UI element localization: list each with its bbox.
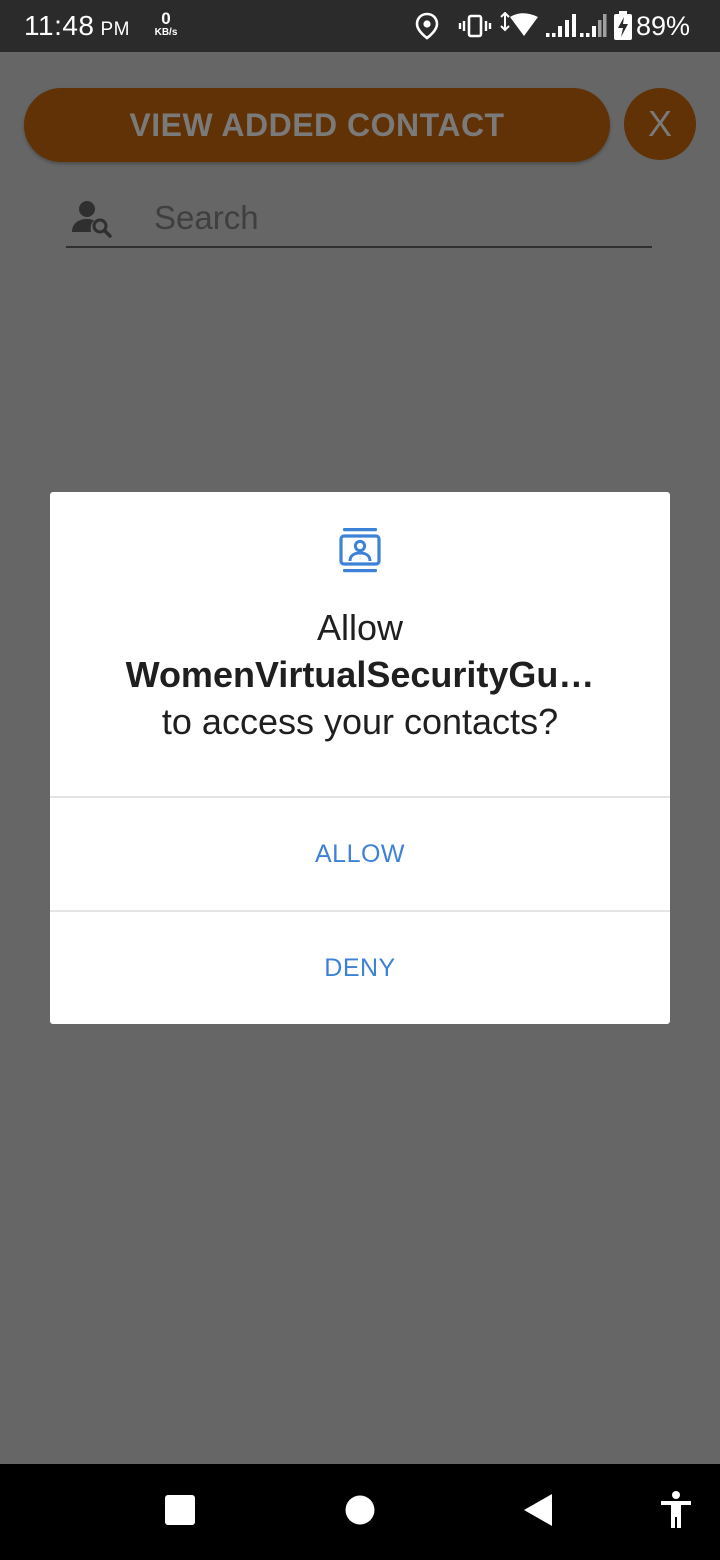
accessibility-button[interactable] [644, 1464, 708, 1560]
permission-app-name: WomenVirtualSecurityGu… [125, 654, 595, 695]
net-speed-value: 0 [161, 9, 171, 28]
back-icon [523, 1493, 553, 1532]
back-button[interactable] [498, 1464, 578, 1560]
wifi-icon [498, 11, 540, 40]
net-speed-unit: KB/s [154, 27, 178, 38]
contacts-icon [339, 528, 381, 579]
battery-percent: 89% [636, 11, 691, 41]
search-bar [66, 190, 652, 248]
search-input[interactable] [154, 196, 634, 240]
view-added-contact-button[interactable]: VIEW ADDED CONTACT [24, 88, 610, 162]
status-bar: 11:48 PM 0 KB/s 89% [0, 0, 720, 52]
location-icon [414, 12, 440, 40]
allow-button[interactable]: ALLOW [50, 798, 670, 910]
accessibility-icon [660, 1490, 692, 1534]
recents-icon [165, 1494, 195, 1530]
recents-button[interactable] [140, 1464, 220, 1560]
net-speed: 0 KB/s [150, 10, 182, 38]
permission-dialog-header: Allow WomenVirtualSecurityGu… to access … [50, 492, 670, 796]
close-button[interactable]: X [624, 88, 696, 160]
status-time-suffix: PM [100, 19, 130, 40]
vibrate-icon [458, 12, 492, 40]
permission-message-prefix: Allow [316, 607, 404, 648]
navigation-bar [0, 1464, 720, 1560]
signal-icon-2 [580, 12, 608, 40]
signal-icon [546, 12, 578, 40]
status-time-value: 11:48 [24, 10, 95, 41]
status-time: 11:48 PM [24, 10, 130, 42]
contact-search-icon [70, 198, 114, 243]
permission-dialog: Allow WomenVirtualSecurityGu… to access … [50, 492, 670, 1024]
permission-message: Allow WomenVirtualSecurityGu… to access … [70, 604, 650, 745]
home-button[interactable] [320, 1464, 400, 1560]
deny-button[interactable]: DENY [50, 912, 670, 1024]
permission-message-suffix: to access your contacts? [161, 701, 559, 742]
battery-charging-icon [613, 11, 633, 40]
home-icon [345, 1495, 375, 1530]
